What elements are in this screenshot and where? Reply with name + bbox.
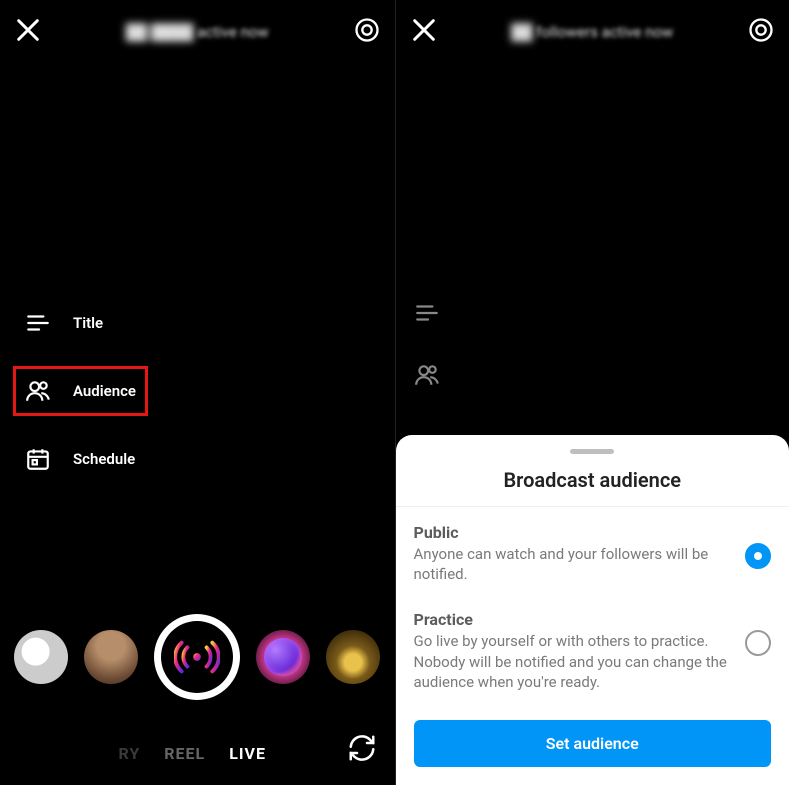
- settings-icon[interactable]: [747, 16, 775, 48]
- switch-camera-icon[interactable]: [347, 733, 377, 767]
- radio-public-selected[interactable]: [745, 543, 771, 569]
- sheet-drag-handle[interactable]: [570, 449, 614, 454]
- header-bar: ██ followers active now: [396, 10, 789, 54]
- title-icon: [414, 300, 440, 330]
- go-live-button[interactable]: [154, 614, 240, 700]
- filter-thumb-3[interactable]: [256, 630, 310, 684]
- radio-practice[interactable]: [745, 630, 771, 656]
- option-title: Practice: [414, 610, 732, 629]
- audience-label: Audience: [73, 382, 136, 400]
- audience-option-public[interactable]: Public Anyone can watch and your followe…: [396, 507, 789, 595]
- sheet-title: Broadcast audience: [396, 468, 789, 507]
- camera-live-screen: ██ ████ active now Title Audience Schedu…: [0, 0, 395, 785]
- option-title: Public: [414, 523, 732, 542]
- settings-icon[interactable]: [353, 16, 381, 48]
- live-broadcast-icon: [161, 621, 233, 693]
- set-audience-button[interactable]: Set audience: [414, 720, 772, 767]
- filter-thumb-4[interactable]: [326, 630, 380, 684]
- broadcast-audience-sheet: Broadcast audience Public Anyone can wat…: [396, 435, 789, 785]
- close-icon[interactable]: [14, 16, 42, 48]
- mode-story[interactable]: RY: [119, 744, 141, 763]
- live-options-dim: [414, 300, 440, 392]
- option-desc: Anyone can watch and your followers will…: [414, 544, 732, 585]
- schedule-label: Schedule: [73, 450, 135, 468]
- filter-thumb-1[interactable]: [14, 630, 68, 684]
- filter-carousel[interactable]: [0, 614, 395, 700]
- title-option[interactable]: Title: [15, 300, 146, 346]
- audience-icon: [414, 362, 440, 392]
- mode-reel[interactable]: REEL: [164, 744, 205, 763]
- live-options-list: Title Audience Schedule: [15, 300, 146, 482]
- camera-mode-bar: RY REEL LIVE: [0, 744, 395, 763]
- audience-sheet-screen: ██ followers active now Broadcast audien…: [395, 0, 789, 785]
- audience-option-practice[interactable]: Practice Go live by yourself or with oth…: [396, 594, 789, 702]
- option-desc: Go live by yourself or with others to pr…: [414, 631, 732, 692]
- header-status: ██ followers active now: [438, 23, 748, 41]
- filter-thumb-2[interactable]: [84, 630, 138, 684]
- mode-live[interactable]: LIVE: [229, 744, 266, 763]
- header-status: ██ ████ active now: [42, 23, 353, 41]
- audience-option[interactable]: Audience: [15, 368, 146, 414]
- close-icon[interactable]: [410, 16, 438, 48]
- title-label: Title: [73, 314, 103, 332]
- header-bar: ██ ████ active now: [0, 10, 395, 54]
- schedule-option[interactable]: Schedule: [15, 436, 146, 482]
